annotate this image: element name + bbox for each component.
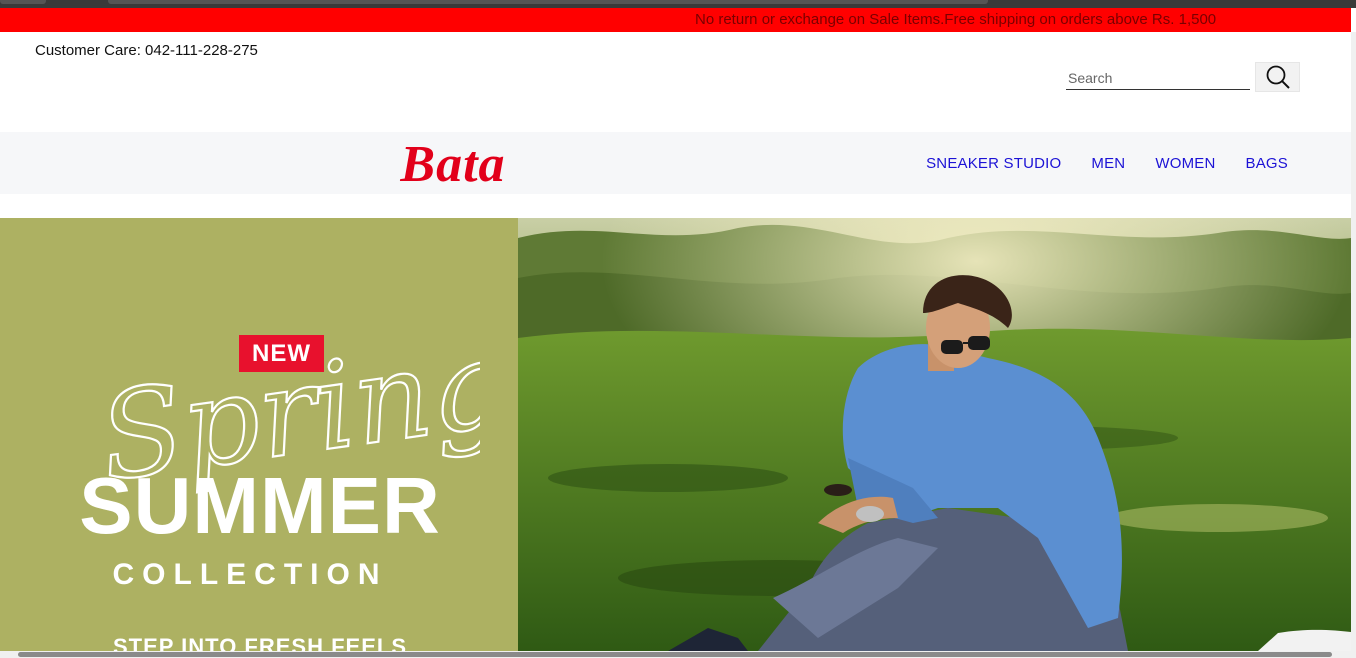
promo-banner: No return or exchange on Sale Items.Free… xyxy=(0,8,1351,32)
bata-logo[interactable]: Bata xyxy=(350,138,556,190)
main-navigation: Bata SNEAKER STUDIO MEN WOMEN BAGS xyxy=(0,132,1351,194)
hero-headline: SUMMER xyxy=(79,461,441,550)
search-icon xyxy=(1266,65,1290,89)
hero-banner[interactable]: Spring NEW SUMMER COLLECTION STEP INTO F… xyxy=(0,218,1351,651)
vertical-scrollbar[interactable] xyxy=(1351,32,1356,658)
top-header: Customer Care: 042-111-228-275 xyxy=(0,32,1351,132)
nav-links: SNEAKER STUDIO MEN WOMEN BAGS xyxy=(926,132,1288,194)
hero-tagline: STEP INTO FRESH FEELS xyxy=(112,634,407,651)
logo-text: Bata xyxy=(399,138,505,190)
search-button[interactable] xyxy=(1255,62,1300,92)
promo-text: No return or exchange on Sale Items.Free… xyxy=(695,11,1217,28)
nav-item-women[interactable]: WOMEN xyxy=(1155,155,1215,172)
customer-care-text: Customer Care: 042-111-228-275 xyxy=(35,42,258,59)
browser-address-edge xyxy=(108,0,988,4)
browser-top-strip xyxy=(0,0,1356,8)
horizontal-scrollbar-thumb[interactable] xyxy=(18,652,1332,657)
horizontal-scrollbar[interactable] xyxy=(0,651,1351,658)
hero-text-panel: Spring NEW SUMMER COLLECTION STEP INTO F… xyxy=(0,218,518,651)
hero-subheadline: COLLECTION xyxy=(112,558,388,591)
nav-item-men[interactable]: MEN xyxy=(1091,155,1125,172)
new-badge: NEW xyxy=(239,335,324,372)
page: No return or exchange on Sale Items.Free… xyxy=(0,0,1356,658)
hero-model-photo xyxy=(518,218,1351,651)
browser-tab-edge xyxy=(0,0,46,4)
nav-item-bags[interactable]: BAGS xyxy=(1246,155,1288,172)
search-input[interactable] xyxy=(1066,62,1250,90)
nav-item-sneaker-studio[interactable]: SNEAKER STUDIO xyxy=(926,155,1061,172)
